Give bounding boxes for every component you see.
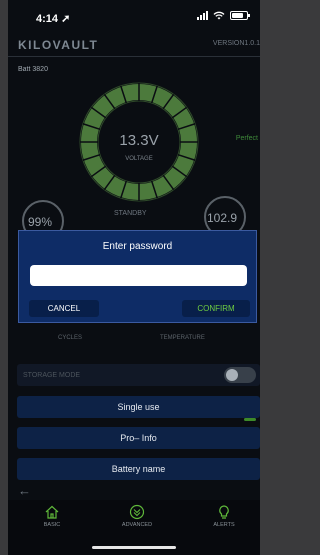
- wifi-icon: [213, 11, 225, 20]
- temperature-label: TEMPERATURE: [160, 335, 205, 341]
- status-icons: [197, 11, 250, 20]
- voltage-value: 13.3V: [119, 132, 159, 149]
- capacity-value: 102.9: [207, 211, 238, 225]
- soc-value: 99%: [28, 215, 53, 229]
- toggle-peek: [244, 418, 256, 421]
- single-use-button[interactable]: Single use: [17, 396, 260, 418]
- nav-basic-label: BASIC: [43, 522, 61, 528]
- health-status: Perfect: [235, 135, 258, 142]
- nav-basic[interactable]: BASIC: [22, 504, 82, 528]
- cycles-label: CYCLES: [58, 335, 83, 341]
- confirm-button[interactable]: CONFIRM: [182, 300, 250, 317]
- version-label: VERSION1.0.1: [212, 40, 260, 47]
- battery-state: STANDBY: [114, 210, 147, 217]
- battery-name-button[interactable]: Battery name: [17, 458, 260, 480]
- pro-info-button[interactable]: Pro– Info: [17, 427, 260, 449]
- voltage-label: VOLTAGE: [125, 156, 153, 162]
- device-name: Batt 3820: [18, 66, 48, 73]
- nav-alerts-label: ALERTS: [213, 522, 235, 528]
- password-dialog: Enter password CANCEL CONFIRM: [18, 230, 257, 323]
- app-screen: 4:14 ➚ KILOVAULT VERSION1.0.1 Batt 3820 …: [8, 0, 260, 555]
- back-arrow-icon[interactable]: ←: [18, 483, 31, 498]
- chevron-down-circle-icon: [129, 504, 145, 520]
- password-input[interactable]: [30, 265, 247, 286]
- status-bar: 4:14 ➚: [8, 0, 260, 32]
- nav-advanced-label: ADVANCED: [121, 522, 153, 528]
- home-indicator: [92, 546, 176, 549]
- status-time: 4:14 ➚: [36, 13, 71, 25]
- app-logo: KILOVAULT: [18, 38, 99, 52]
- nav-advanced[interactable]: ADVANCED: [107, 504, 167, 528]
- cancel-button[interactable]: CANCEL: [29, 300, 99, 317]
- storage-mode-label: STORAGE MODE: [23, 371, 81, 379]
- signal-icon: [197, 11, 208, 20]
- home-icon: [45, 505, 59, 519]
- battery-status-icon: [230, 11, 250, 20]
- header-divider: [8, 56, 260, 57]
- storage-mode-toggle[interactable]: [224, 367, 256, 383]
- dialog-title: Enter password: [102, 241, 173, 252]
- nav-alerts[interactable]: ALERTS: [194, 504, 254, 528]
- storage-mode-row: STORAGE MODE: [17, 364, 260, 386]
- lightbulb-icon: [219, 505, 229, 519]
- toggle-knob: [226, 369, 238, 381]
